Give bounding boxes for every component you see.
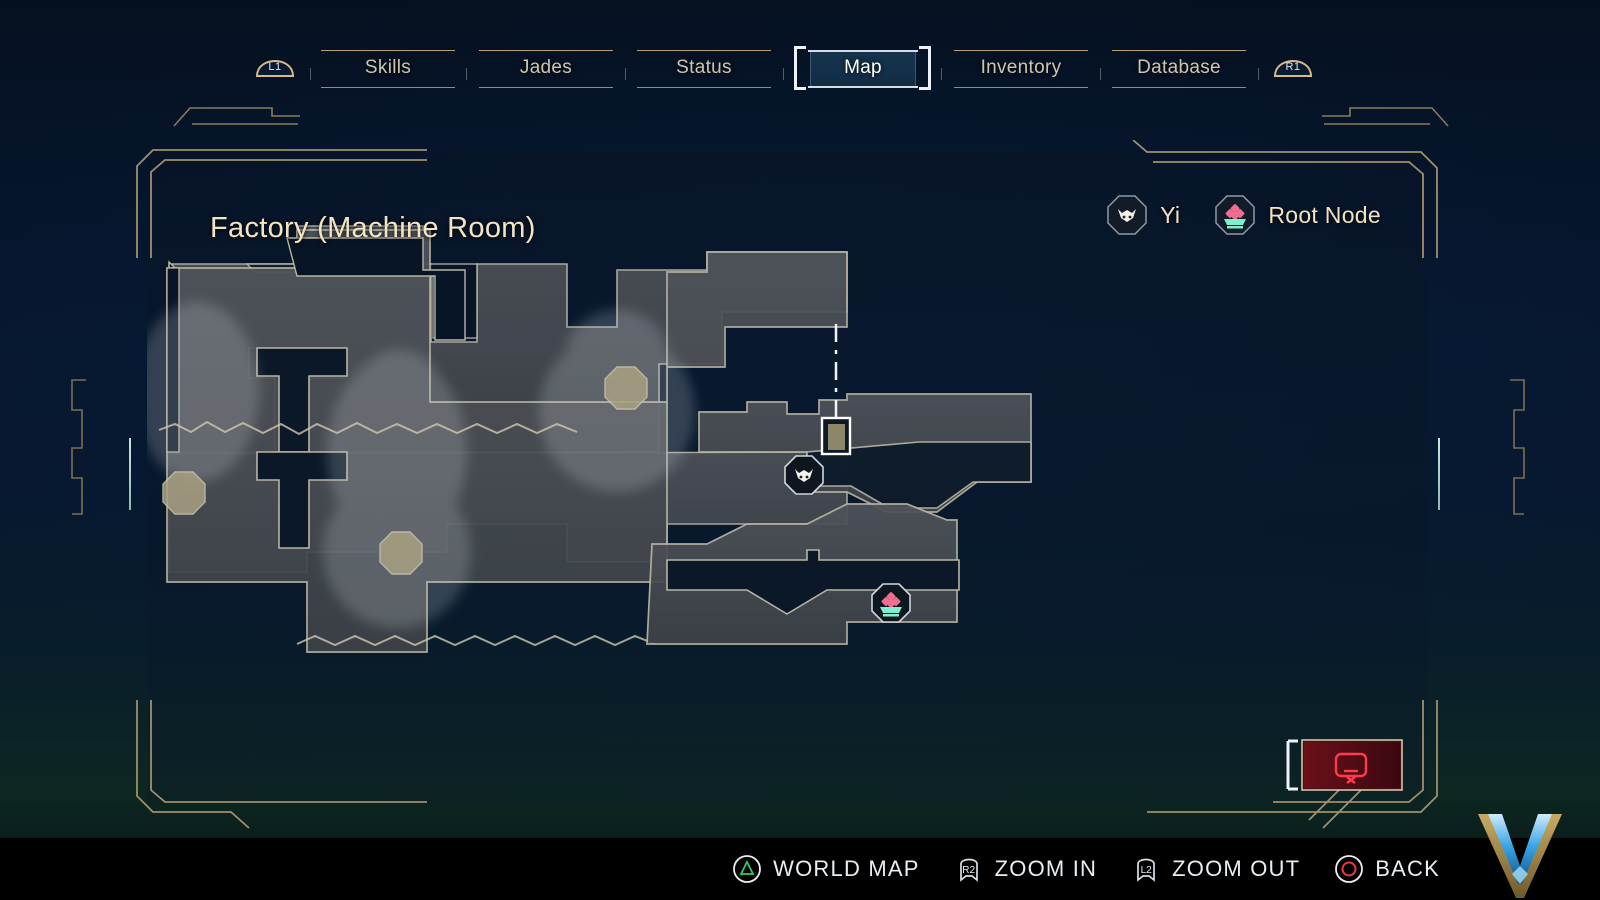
- prompt-back-label: BACK: [1375, 856, 1440, 881]
- minimap-off-button[interactable]: [1286, 737, 1404, 793]
- prompt-zoom-out-label: ZOOM OUT: [1172, 856, 1301, 881]
- legend-item-root-node: Root Node: [1214, 194, 1381, 236]
- map-marker-root-node[interactable]: [870, 582, 912, 624]
- tab-separator: [1258, 68, 1259, 80]
- tab-top-rule: [637, 50, 771, 51]
- tab-top-rule: [479, 50, 613, 51]
- tab-jades[interactable]: Jades: [479, 42, 613, 94]
- prompt-world-map[interactable]: WORLD MAP: [732, 854, 919, 884]
- selected-tab-bracket-right: [919, 46, 931, 90]
- map-elevator-cab: [820, 416, 852, 456]
- tab-status[interactable]: Status: [637, 42, 771, 94]
- tabbar-right-decoration: [1322, 107, 1449, 127]
- map-legend: Yi Root Node: [1106, 194, 1381, 236]
- tab-status-label: Status: [676, 57, 732, 78]
- legend-label-root-node: Root Node: [1268, 201, 1381, 228]
- right-edge-decoration: [1510, 379, 1525, 515]
- tab-separator: [783, 68, 784, 80]
- tab-inventory[interactable]: Inventory: [954, 42, 1088, 94]
- prompt-world-map-label: WORLD MAP: [773, 856, 920, 881]
- game-map-screen: L1 Skills Jades Status Map Inventory Dat…: [0, 0, 1600, 900]
- triangle-button-icon: [732, 854, 762, 884]
- tab-bottom-rule: [808, 86, 918, 88]
- tab-bottom-rule: [1112, 87, 1246, 88]
- legend-label-yi: Yi: [1160, 201, 1181, 228]
- lotus-node-icon: [1214, 194, 1256, 236]
- prompt-zoom-in-label: ZOOM IN: [994, 856, 1098, 881]
- r2-trigger-icon: R2: [954, 854, 984, 884]
- l1-bumper-icon[interactable]: L1: [252, 46, 298, 82]
- tab-top-rule: [1112, 50, 1246, 51]
- tab-skills[interactable]: Skills: [321, 42, 455, 94]
- tab-separator: [310, 68, 311, 80]
- tab-map[interactable]: Map: [808, 42, 918, 94]
- tab-bottom-rule: [479, 87, 613, 88]
- tab-bottom-rule: [637, 87, 771, 88]
- map-panel: Factory (Machine Room) Yi Root Node: [131, 140, 1443, 830]
- fox-head-icon: [1106, 194, 1148, 236]
- tab-top-rule: [808, 50, 918, 52]
- v-crest-logo: [1472, 814, 1568, 900]
- circle-button-icon: [1334, 854, 1364, 884]
- tab-separator: [466, 68, 467, 80]
- selected-tab-bracket-left: [794, 46, 806, 90]
- tab-inventory-label: Inventory: [980, 57, 1062, 78]
- map-marker-yi[interactable]: [783, 454, 825, 496]
- tab-map-label: Map: [844, 57, 882, 78]
- tab-top-rule: [954, 50, 1088, 51]
- legend-item-yi: Yi: [1106, 194, 1180, 236]
- tab-top-rule: [321, 50, 455, 51]
- prompt-zoom-out[interactable]: L2 ZOOM OUT: [1131, 854, 1300, 884]
- prompt-zoom-in[interactable]: R2 ZOOM IN: [954, 854, 1098, 884]
- l1-bumper-label: L1: [268, 60, 282, 73]
- tabbar-left-decoration: [173, 107, 300, 127]
- left-edge-decoration: [71, 379, 86, 515]
- tab-skills-label: Skills: [364, 57, 412, 78]
- tab-database-label: Database: [1137, 57, 1221, 78]
- tab-separator: [625, 68, 626, 80]
- l2-trigger-label: L2: [1140, 865, 1152, 876]
- tab-bottom-rule: [954, 87, 1088, 88]
- prompt-back[interactable]: BACK: [1334, 854, 1440, 884]
- tab-separator: [941, 68, 942, 80]
- top-tab-bar: L1 Skills Jades Status Map Inventory Dat…: [0, 42, 1600, 127]
- r1-bumper-label: R1: [1285, 60, 1301, 73]
- tab-database[interactable]: Database: [1112, 42, 1246, 94]
- r1-bumper-icon[interactable]: R1: [1270, 46, 1316, 82]
- tab-separator: [1100, 68, 1101, 80]
- l2-trigger-icon: L2: [1131, 854, 1161, 884]
- bottom-prompt-bar: WORLD MAP R2 ZOOM IN L2 ZOOM OUT BACK: [0, 838, 1600, 900]
- tab-bottom-rule: [321, 87, 455, 88]
- r2-trigger-label: R2: [962, 865, 976, 876]
- tab-jades-label: Jades: [519, 57, 573, 78]
- page-title: Factory (Machine Room): [210, 212, 536, 244]
